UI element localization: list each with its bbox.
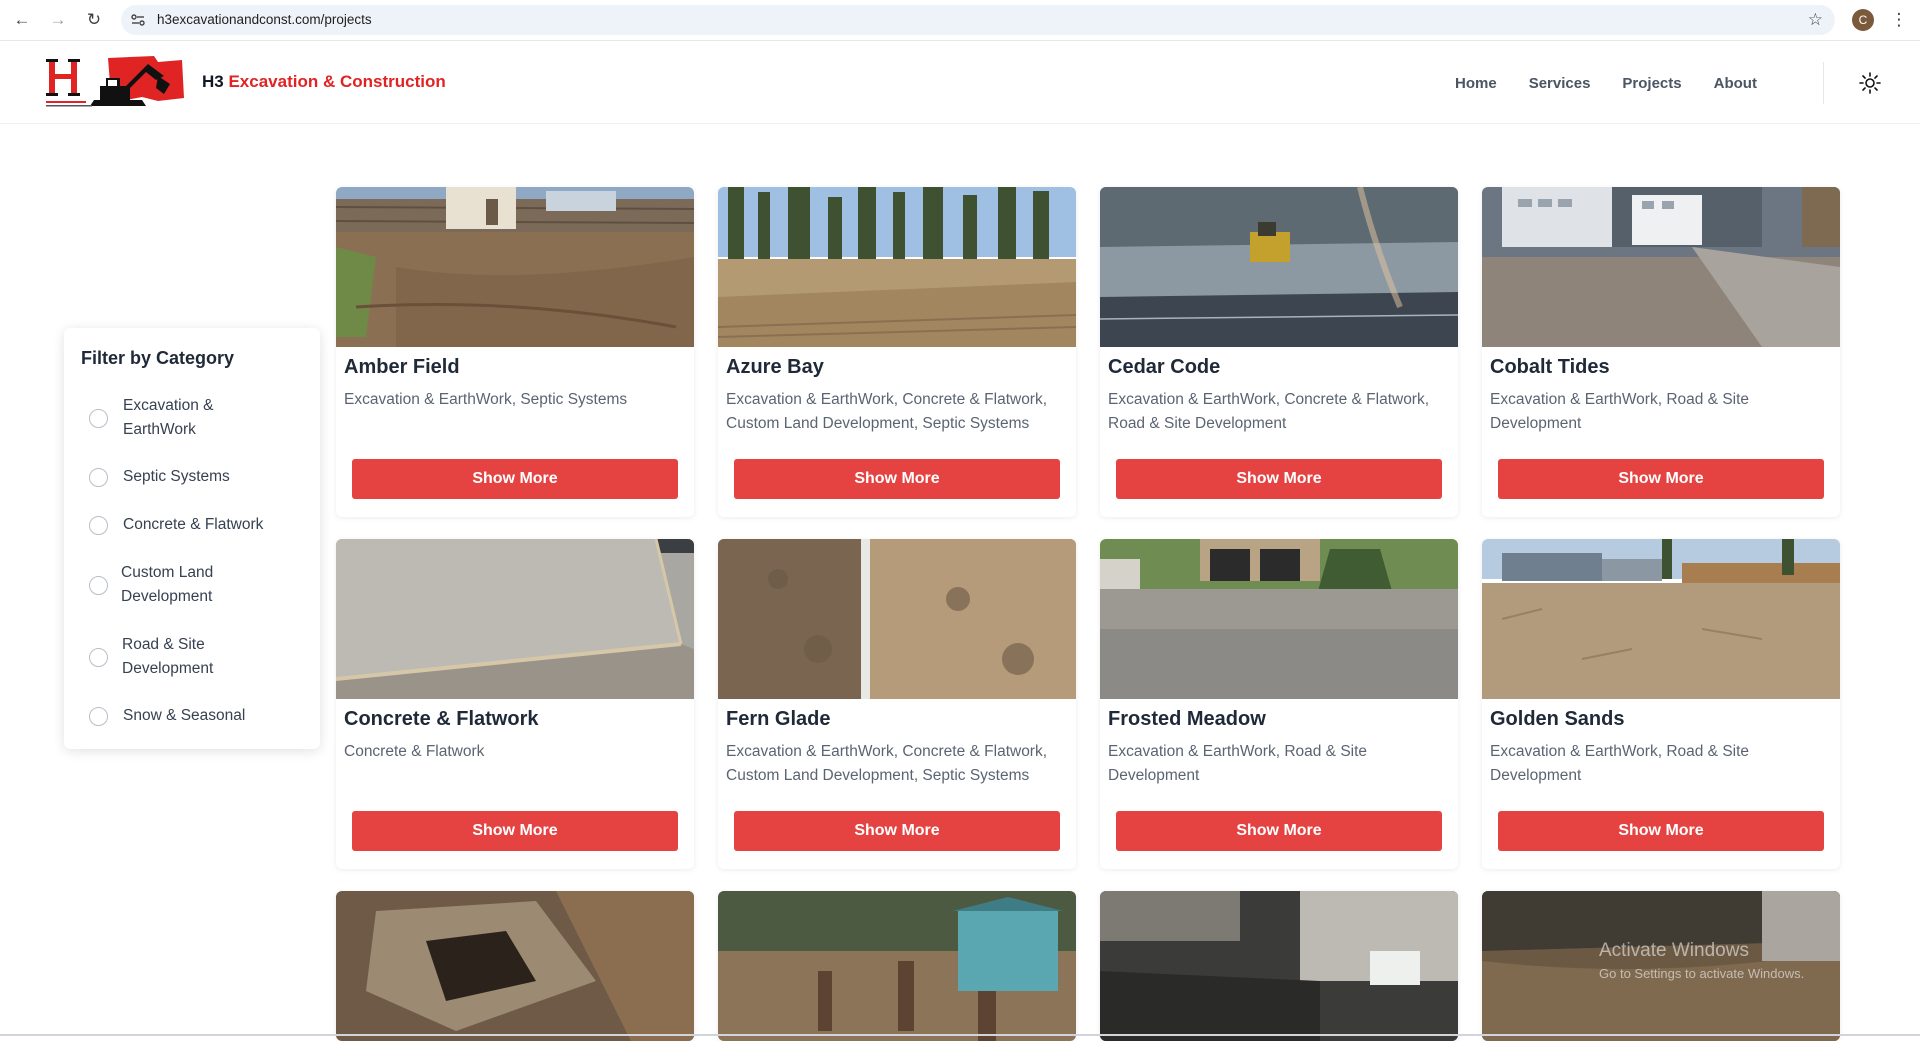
- more-vert-icon[interactable]: ⋮: [1889, 7, 1909, 33]
- filter-option-excavation[interactable]: Excavation & EarthWork: [89, 394, 273, 442]
- nav-home[interactable]: Home: [1455, 75, 1497, 92]
- project-card: Cedar Code Excavation & EarthWork, Concr…: [1100, 187, 1458, 517]
- radio-button[interactable]: [89, 467, 108, 487]
- project-title: Golden Sands: [1490, 708, 1625, 730]
- company-logo[interactable]: [46, 54, 186, 110]
- nav-services[interactable]: Services: [1529, 75, 1591, 92]
- project-card: Fern Glade Excavation & EarthWork, Concr…: [718, 539, 1076, 869]
- project-title: Azure Bay: [726, 356, 824, 378]
- project-card: [1100, 891, 1458, 1041]
- back-arrow-icon[interactable]: ←: [8, 7, 36, 33]
- filter-option-custom-land[interactable]: Custom Land Development: [89, 561, 271, 609]
- show-more-button[interactable]: Show More: [1498, 811, 1824, 851]
- brand-name[interactable]: H3 Excavation & Construction: [202, 72, 446, 92]
- project-title: Fern Glade: [726, 708, 831, 730]
- bookmark-star-icon[interactable]: ☆: [1808, 5, 1823, 35]
- filter-option-label: Snow & Seasonal: [123, 707, 246, 724]
- project-image[interactable]: [718, 891, 1076, 1041]
- reload-icon[interactable]: ↻: [80, 7, 108, 33]
- radio-button[interactable]: [89, 575, 108, 595]
- project-title: Cobalt Tides: [1490, 356, 1610, 378]
- show-more-button[interactable]: Show More: [352, 811, 678, 851]
- project-image[interactable]: [336, 539, 694, 699]
- filter-option-label: Excavation & EarthWork: [123, 397, 214, 438]
- project-categories: Excavation & EarthWork, Road & Site Deve…: [1108, 743, 1368, 784]
- project-categories: Concrete & Flatwork: [344, 743, 485, 760]
- watermark-title: Activate Windows: [1599, 940, 1749, 961]
- radio-button[interactable]: [89, 647, 108, 667]
- project-categories: Excavation & EarthWork, Concrete & Flatw…: [726, 743, 1048, 784]
- project-title: Frosted Meadow: [1108, 708, 1266, 730]
- show-more-button[interactable]: Show More: [734, 811, 1060, 851]
- project-card: Concrete & Flatwork Concrete & Flatwork …: [336, 539, 694, 869]
- sun-icon[interactable]: [1857, 70, 1883, 96]
- brand-suffix: Excavation & Construction: [228, 72, 446, 91]
- project-card: Golden Sands Excavation & EarthWork, Roa…: [1482, 539, 1840, 869]
- show-more-button[interactable]: Show More: [1116, 459, 1442, 499]
- filter-option-road-site[interactable]: Road & Site Development: [89, 633, 242, 681]
- profile-avatar[interactable]: C: [1852, 9, 1874, 31]
- nav-projects[interactable]: Projects: [1622, 75, 1681, 92]
- filter-option-label: Concrete & Flatwork: [123, 516, 264, 533]
- project-image[interactable]: [336, 891, 694, 1041]
- nav-about[interactable]: About: [1714, 75, 1757, 92]
- forward-arrow-icon[interactable]: →: [44, 7, 72, 33]
- radio-button[interactable]: [89, 408, 108, 428]
- show-more-button[interactable]: Show More: [734, 459, 1060, 499]
- browser-toolbar: ← → ↻ h3excavationandconst.com/projects …: [0, 0, 1920, 41]
- show-more-button[interactable]: Show More: [1498, 459, 1824, 499]
- project-image[interactable]: [718, 187, 1076, 347]
- project-image[interactable]: [1482, 539, 1840, 699]
- category-filter: Filter by Category Excavation & EarthWor…: [64, 328, 320, 749]
- filter-title: Filter by Category: [81, 348, 235, 368]
- project-image[interactable]: [1482, 187, 1840, 347]
- project-card: [718, 891, 1076, 1041]
- project-categories: Excavation & EarthWork, Concrete & Flatw…: [726, 391, 1048, 432]
- radio-button[interactable]: [89, 706, 108, 726]
- project-categories: Excavation & EarthWork, Road & Site Deve…: [1490, 743, 1750, 784]
- address-bar[interactable]: h3excavationandconst.com/projects ☆: [121, 5, 1835, 35]
- project-title: Concrete & Flatwork: [344, 708, 539, 730]
- site-header: H3 Excavation & Construction Home Servic…: [0, 42, 1920, 124]
- project-card: Frosted Meadow Excavation & EarthWork, R…: [1100, 539, 1458, 869]
- filter-option-label: Custom Land Development: [121, 564, 214, 605]
- filter-option-snow[interactable]: Snow & Seasonal: [89, 704, 273, 728]
- project-title: Amber Field: [344, 356, 460, 378]
- project-card: Cobalt Tides Excavation & EarthWork, Roa…: [1482, 187, 1840, 517]
- filter-option-label: Road & Site Development: [122, 636, 214, 677]
- project-title: Cedar Code: [1108, 356, 1221, 378]
- project-image[interactable]: [1100, 187, 1458, 347]
- project-card: [336, 891, 694, 1041]
- project-categories: Excavation & EarthWork, Road & Site Deve…: [1490, 391, 1750, 432]
- windows-activation-watermark: Activate Windows Go to Settings to activ…: [1599, 940, 1804, 981]
- filter-option-label: Septic Systems: [123, 468, 230, 485]
- show-more-button[interactable]: Show More: [352, 459, 678, 499]
- project-image[interactable]: [718, 539, 1076, 699]
- project-card: Azure Bay Excavation & EarthWork, Concre…: [718, 187, 1076, 517]
- site-info-icon[interactable]: [129, 11, 147, 29]
- filter-option-septic[interactable]: Septic Systems: [89, 465, 273, 489]
- project-image[interactable]: [336, 187, 694, 347]
- brand-prefix: H3: [202, 72, 224, 91]
- project-categories: Excavation & EarthWork, Septic Systems: [344, 391, 628, 408]
- watermark-subtitle: Go to Settings to activate Windows.: [1599, 966, 1805, 981]
- project-card: Amber Field Excavation & EarthWork, Sept…: [336, 187, 694, 517]
- url-text[interactable]: h3excavationandconst.com/projects: [157, 5, 372, 35]
- project-categories: Excavation & EarthWork, Concrete & Flatw…: [1108, 391, 1430, 432]
- show-more-button[interactable]: Show More: [1116, 811, 1442, 851]
- main-nav: Home Services Projects About: [1455, 42, 1757, 124]
- project-image[interactable]: [1100, 539, 1458, 699]
- filter-option-concrete[interactable]: Concrete & Flatwork: [89, 513, 273, 537]
- radio-button[interactable]: [89, 515, 108, 535]
- nav-divider: [1823, 62, 1824, 104]
- project-image[interactable]: [1100, 891, 1458, 1041]
